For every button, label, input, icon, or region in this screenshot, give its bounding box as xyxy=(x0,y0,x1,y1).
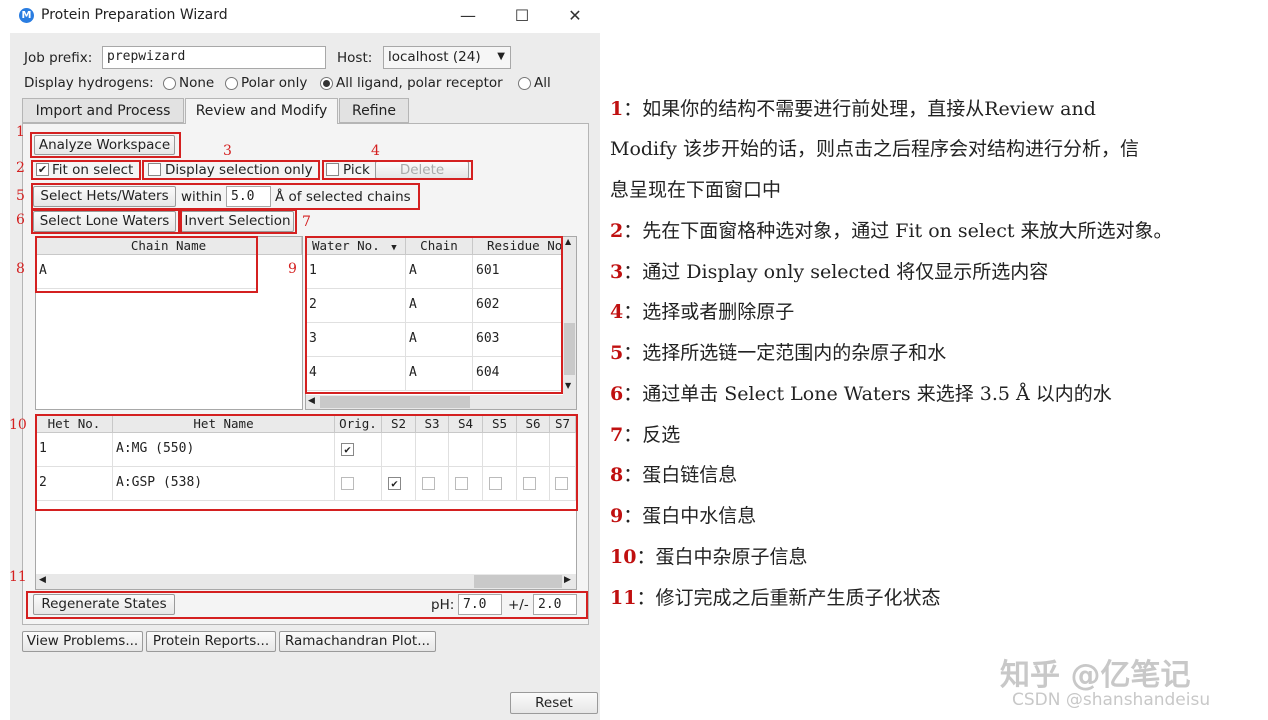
close-button[interactable]: ✕ xyxy=(563,5,587,27)
annotation-number: 8 xyxy=(610,464,624,486)
highlight-box-10 xyxy=(35,414,578,511)
ramachandran-plot-button[interactable]: Ramachandran Plot... xyxy=(279,631,436,652)
highlight-box-8 xyxy=(35,236,258,293)
highlight-box-1 xyxy=(30,132,181,158)
annotation-number: 2 xyxy=(610,220,624,242)
marker-7: 7 xyxy=(302,214,311,230)
highlight-box-3 xyxy=(142,160,320,180)
csdn-watermark: CSDN @shanshandeisu xyxy=(1012,690,1211,710)
highlight-box-2 xyxy=(31,160,141,180)
job-prefix-input[interactable]: prepwizard xyxy=(102,46,326,69)
radio-all-label: All xyxy=(534,75,551,91)
radio-none-label: None xyxy=(179,75,215,91)
marker-2: 2 xyxy=(16,160,25,176)
annotation-number: 1 xyxy=(610,98,624,120)
annotation-8: 8：蛋白链信息 xyxy=(610,460,737,487)
annotation-6: 6：通过单击 Select Lone Waters 来选择 3.5 Å 以内的水 xyxy=(610,379,1112,406)
highlight-box-9 xyxy=(305,236,563,394)
annotation-number: 7 xyxy=(610,424,624,446)
annotation-text: ：蛋白中水信息 xyxy=(623,505,757,527)
annotation-text: ：蛋白中杂原子信息 xyxy=(636,546,808,568)
annotation-10: 10：蛋白中杂原子信息 xyxy=(610,542,807,569)
host-value: localhost (24) xyxy=(388,49,481,65)
annotation-1-line-3: 息呈现在下面窗口中 xyxy=(610,179,782,201)
zhihu-watermark: 知乎 @亿笔记 xyxy=(1000,658,1191,693)
window-title: Protein Preparation Wizard xyxy=(41,7,228,23)
highlight-box-5 xyxy=(31,183,420,210)
annotation-1-line-2: Modify 该步开始的话，则点击之后程序会对结构进行分析，信 xyxy=(610,138,1139,160)
chevron-down-icon: ▼ xyxy=(497,51,505,62)
annotation-number: 11 xyxy=(610,587,637,609)
annotation-text: ：通过单击 Select Lone Waters 来选择 3.5 Å 以内的水 xyxy=(623,383,1112,405)
job-prefix-label: Job prefix: xyxy=(24,50,93,66)
app-icon: M xyxy=(19,8,34,23)
marker-1: 1 xyxy=(16,124,25,140)
radio-all-ligand-polar-receptor[interactable] xyxy=(320,77,333,90)
marker-5: 5 xyxy=(16,188,25,204)
annotation-number: 5 xyxy=(610,342,624,364)
marker-4: 4 xyxy=(371,143,380,159)
annotation-text: ：修订完成之后重新产生质子化状态 xyxy=(636,587,941,609)
marker-11: 11 xyxy=(9,569,27,585)
view-problems-button[interactable]: View Problems... xyxy=(22,631,143,652)
radio-all[interactable] xyxy=(518,77,531,90)
annotation-number: 4 xyxy=(610,301,624,323)
marker-6: 6 xyxy=(16,212,25,228)
annotation-text: ：选择所选链一定范围内的杂原子和水 xyxy=(623,342,947,364)
annotation-number: 3 xyxy=(610,261,624,283)
annotation-7: 7：反选 xyxy=(610,420,680,447)
marker-3: 3 xyxy=(223,143,232,159)
marker-9: 9 xyxy=(288,261,297,277)
annotation-text: ：蛋白链信息 xyxy=(623,464,738,486)
radio-all-ligand-label: All ligand, polar receptor xyxy=(336,75,503,91)
highlight-box-7 xyxy=(180,209,297,234)
annotation-text: ：反选 xyxy=(623,424,681,446)
radio-none[interactable] xyxy=(163,77,176,90)
annotation-number: 6 xyxy=(610,383,624,405)
water-vscrollbar[interactable]: ▲ ▼ xyxy=(563,237,576,395)
maximize-button[interactable]: ☐ xyxy=(510,5,534,27)
reset-button[interactable]: Reset xyxy=(510,692,598,714)
tab-import-and-process[interactable]: Import and Process xyxy=(22,98,184,123)
marker-10: 10 xyxy=(9,417,27,433)
annotation-text: ：如果你的结构不需要进行前处理，直接从Review and xyxy=(623,98,1096,120)
marker-8: 8 xyxy=(16,261,25,277)
radio-polar-only-label: Polar only xyxy=(241,75,308,91)
highlight-box-11 xyxy=(26,591,588,619)
annotation-11: 11：修订完成之后重新产生质子化状态 xyxy=(610,583,940,610)
annotation-1: 1：如果你的结构不需要进行前处理，直接从Review and xyxy=(610,94,1096,121)
scroll-left-icon: ◀ xyxy=(39,575,46,585)
radio-polar-only[interactable] xyxy=(225,77,238,90)
tab-review-and-modify[interactable]: Review and Modify xyxy=(185,98,338,124)
annotation-number: 9 xyxy=(610,505,624,527)
display-hydrogens-label: Display hydrogens: xyxy=(24,75,154,91)
annotation-4: 4：选择或者删除原子 xyxy=(610,297,794,324)
annotation-text: ：通过 Display only selected 将仅显示所选内容 xyxy=(623,261,1049,283)
protein-reports-button[interactable]: Protein Reports... xyxy=(146,631,276,652)
host-label: Host: xyxy=(337,50,373,66)
scroll-down-icon: ▼ xyxy=(565,381,572,390)
annotation-5: 5：选择所选链一定范围内的杂原子和水 xyxy=(610,338,946,365)
water-vscroll-thumb[interactable] xyxy=(564,323,575,375)
annotation-number: 10 xyxy=(610,546,637,568)
scroll-left-icon: ◀ xyxy=(308,396,315,406)
water-hscroll-thumb[interactable] xyxy=(320,396,470,408)
het-hscrollbar[interactable]: ◀ ▶ xyxy=(36,574,576,589)
annotation-text: ：选择或者删除原子 xyxy=(623,301,795,323)
annotation-9: 9：蛋白中水信息 xyxy=(610,501,756,528)
highlight-box-6 xyxy=(31,209,180,234)
water-hscrollbar[interactable]: ◀ xyxy=(306,395,576,409)
scroll-up-icon: ▲ xyxy=(565,237,572,246)
scroll-right-icon: ▶ xyxy=(564,575,571,585)
host-select[interactable]: localhost (24) ▼ xyxy=(383,46,511,69)
annotation-3: 3：通过 Display only selected 将仅显示所选内容 xyxy=(610,257,1048,284)
annotation-2: 2：先在下面窗格种选对象，通过 Fit on select 来放大所选对象。 xyxy=(610,216,1173,243)
highlight-box-4 xyxy=(322,160,473,180)
tab-refine[interactable]: Refine xyxy=(339,98,409,123)
het-hscroll-thumb[interactable] xyxy=(474,575,562,588)
minimize-button[interactable]: — xyxy=(456,5,480,27)
annotation-text: ：先在下面窗格种选对象，通过 Fit on select 来放大所选对象。 xyxy=(623,220,1173,242)
